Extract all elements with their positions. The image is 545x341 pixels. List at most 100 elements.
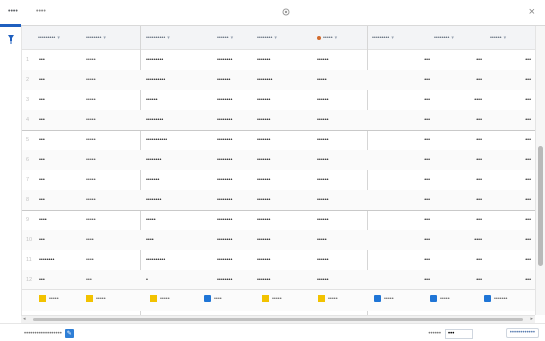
cell-value-3[interactable]: ••• bbox=[505, 130, 531, 150]
horizontal-scrollbar[interactable]: ◂ ▸ bbox=[21, 315, 535, 323]
cell-end[interactable]: ••••••• bbox=[257, 230, 297, 250]
cell-value-2[interactable]: ••• bbox=[452, 50, 482, 70]
cell-name[interactable]: •••• bbox=[39, 210, 85, 230]
cell-code[interactable]: •••••• bbox=[317, 250, 361, 270]
cell-code[interactable]: ••••• bbox=[317, 70, 361, 90]
table-row[interactable]: 9 •••• ••••• ••••• •••••••• ••••••• •••••• ••• •… bbox=[22, 210, 535, 230]
cell-start[interactable]: •••••••• bbox=[217, 90, 257, 110]
table-row[interactable]: 12 ••• ••• • •••••••• ••••••• •••••• ••• ••• ••• bbox=[22, 270, 535, 290]
legend-item[interactable]: ••••• bbox=[150, 295, 170, 302]
cell-value-1[interactable]: ••• bbox=[400, 70, 430, 90]
table-row[interactable]: 11 •••••••• •••• •••••••••• •••••••• ••••••• •… bbox=[22, 250, 535, 270]
sort-icon[interactable]: ▾ bbox=[167, 35, 170, 41]
sort-icon[interactable]: ▾ bbox=[504, 35, 507, 41]
table-row[interactable]: 3 ••• ••••• •••••• •••••••• ••••••• •••••• ••• •… bbox=[22, 90, 535, 110]
cell-name[interactable]: ••• bbox=[39, 150, 85, 170]
cell-code[interactable]: ••••• bbox=[317, 230, 361, 250]
close-button[interactable]: × bbox=[529, 6, 535, 18]
cell-type[interactable]: •••• bbox=[86, 250, 130, 270]
cell-value-3[interactable]: ••• bbox=[505, 170, 531, 190]
cell-code[interactable]: •••••• bbox=[317, 130, 361, 150]
cell-start[interactable]: •••••••• bbox=[217, 130, 257, 150]
row-number[interactable]: 8 bbox=[26, 190, 36, 210]
scrollbar-thumb[interactable] bbox=[538, 146, 543, 266]
cell-end[interactable]: ••••••• bbox=[257, 90, 297, 110]
cell-type[interactable]: ••••• bbox=[86, 70, 130, 90]
cell-description[interactable]: •••••••••• bbox=[146, 250, 206, 270]
cell-value-2[interactable]: ••• bbox=[452, 70, 482, 90]
row-number[interactable]: 1 bbox=[26, 50, 36, 70]
cell-code[interactable]: •••••• bbox=[317, 50, 361, 70]
cell-value-2[interactable]: •••• bbox=[452, 230, 482, 250]
row-number[interactable]: 7 bbox=[26, 170, 36, 190]
cell-start[interactable]: •••••••• bbox=[217, 190, 257, 210]
col-header-2[interactable]: •••••••• ▾ bbox=[86, 26, 134, 50]
cell-name[interactable]: ••• bbox=[39, 230, 85, 250]
cell-value-2[interactable]: ••• bbox=[452, 150, 482, 170]
cell-start[interactable]: •••••••• bbox=[217, 210, 257, 230]
cell-value-3[interactable]: ••• bbox=[505, 210, 531, 230]
cell-type[interactable]: ••••• bbox=[86, 190, 130, 210]
cell-code[interactable]: •••••• bbox=[317, 110, 361, 130]
cell-description[interactable]: •••• bbox=[146, 230, 206, 250]
legend-item[interactable]: ••••••• bbox=[484, 295, 507, 302]
cell-value-2[interactable]: ••• bbox=[452, 210, 482, 230]
scrollbar-thumb[interactable] bbox=[33, 318, 523, 321]
cell-type[interactable]: ••••• bbox=[86, 50, 130, 70]
edit-icon[interactable]: ✎ bbox=[64, 329, 74, 338]
cell-value-3[interactable]: ••• bbox=[505, 70, 531, 90]
cell-value-2[interactable]: ••• bbox=[452, 250, 482, 270]
cell-value-1[interactable]: ••• bbox=[400, 270, 430, 290]
legend-item[interactable]: ••••• bbox=[262, 295, 282, 302]
cell-name[interactable]: ••• bbox=[39, 90, 85, 110]
cell-name[interactable]: ••• bbox=[39, 110, 85, 130]
cell-type[interactable]: ••••• bbox=[86, 210, 130, 230]
cell-name[interactable]: ••• bbox=[39, 130, 85, 150]
cell-value-3[interactable]: ••• bbox=[505, 50, 531, 70]
cell-value-3[interactable]: ••• bbox=[505, 90, 531, 110]
legend-item[interactable]: ••••• bbox=[318, 295, 338, 302]
cell-name[interactable]: ••• bbox=[39, 170, 85, 190]
table-row[interactable]: 8 ••• ••••• •••••••• •••••••• ••••••• •••••• ••… bbox=[22, 190, 535, 210]
cell-type[interactable]: ••••• bbox=[86, 150, 130, 170]
scroll-left-icon[interactable]: ◂ bbox=[23, 316, 26, 322]
cell-value-2[interactable]: •••• bbox=[452, 90, 482, 110]
cell-name[interactable]: ••• bbox=[39, 50, 85, 70]
cell-end[interactable]: ••••••• bbox=[257, 50, 297, 70]
sort-icon[interactable]: ▾ bbox=[391, 35, 394, 41]
legend-item[interactable]: ••••• bbox=[374, 295, 394, 302]
cell-start[interactable]: •••••••• bbox=[217, 110, 257, 130]
col-header-1[interactable]: ••••••••• ▾ bbox=[38, 26, 78, 50]
row-number[interactable]: 2 bbox=[26, 70, 36, 90]
cell-end[interactable]: ••••••• bbox=[257, 150, 297, 170]
col-header-7[interactable]: ••••••••• ▾ bbox=[372, 26, 430, 50]
cell-code[interactable]: •••••• bbox=[317, 170, 361, 190]
col-header-4[interactable]: •••••• ▾ bbox=[217, 26, 253, 50]
sort-icon[interactable]: ▾ bbox=[335, 35, 338, 41]
legend-item[interactable]: ••••• bbox=[430, 295, 450, 302]
cell-value-1[interactable]: ••• bbox=[400, 150, 430, 170]
cell-type[interactable]: ••••• bbox=[86, 130, 130, 150]
cell-end[interactable]: ••••••• bbox=[257, 170, 297, 190]
cell-code[interactable]: •••••• bbox=[317, 150, 361, 170]
cell-type[interactable]: ••••• bbox=[86, 170, 130, 190]
scroll-right-icon[interactable]: ▸ bbox=[530, 316, 533, 322]
col-header-6[interactable]: ••••• ▾ bbox=[317, 26, 361, 50]
zoom-input[interactable] bbox=[445, 329, 473, 339]
cell-start[interactable]: •••••••• bbox=[217, 250, 257, 270]
cell-type[interactable]: •••• bbox=[86, 230, 130, 250]
table-row[interactable]: 7 ••• ••••• ••••••• •••••••• ••••••• •••••• •••… bbox=[22, 170, 535, 190]
cell-value-3[interactable]: ••• bbox=[505, 150, 531, 170]
legend-item[interactable]: ••••• bbox=[39, 295, 59, 302]
cell-value-1[interactable]: ••• bbox=[400, 210, 430, 230]
cell-start[interactable]: ••••••• bbox=[217, 70, 257, 90]
cell-description[interactable]: • bbox=[146, 270, 206, 290]
cell-name[interactable]: ••• bbox=[39, 70, 85, 90]
cell-description[interactable]: •••••••• bbox=[146, 150, 206, 170]
cell-type[interactable]: ••••• bbox=[86, 90, 130, 110]
cell-start[interactable]: •••••••• bbox=[217, 170, 257, 190]
cell-end[interactable]: •••••••• bbox=[257, 70, 297, 90]
sort-icon[interactable]: ▾ bbox=[57, 35, 60, 41]
table-row[interactable]: 5 ••• ••••• ••••••••••• •••••••• ••••••• •••••… bbox=[22, 130, 535, 150]
cell-description[interactable]: •••••• bbox=[146, 90, 206, 110]
